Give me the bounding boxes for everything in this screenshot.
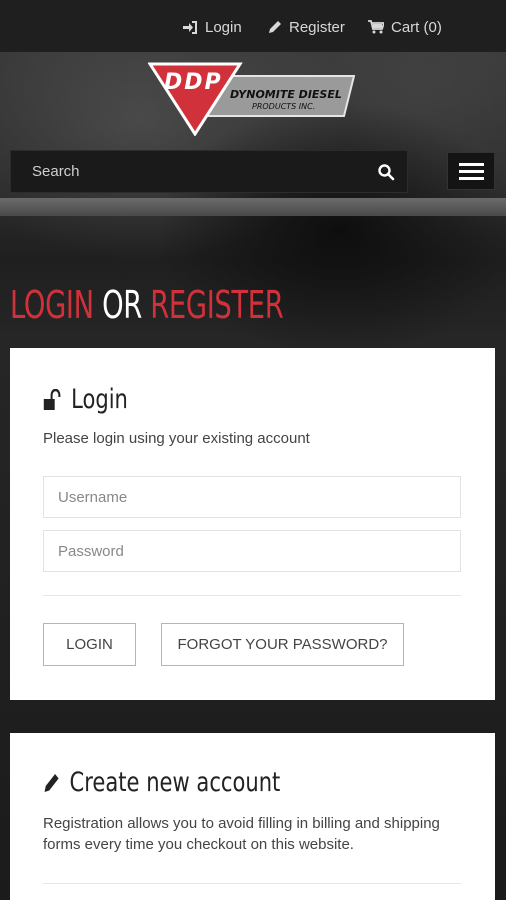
logo-line1: DYNOMITE DIESEL (230, 88, 342, 101)
register-card-title-text: Create new account (69, 767, 281, 798)
hamburger-line (459, 170, 484, 173)
cart-icon (368, 20, 384, 34)
logo-line2: PRODUCTS INC. (252, 102, 315, 111)
register-link[interactable]: Register (268, 16, 345, 38)
register-card: Create new account Registration allows y… (10, 733, 495, 900)
register-description: Registration allows you to avoid filling… (43, 815, 440, 853)
logo-graphic: DDP DYNOMITE DIESEL PRODUCTS INC. (147, 62, 356, 137)
page-title-or: OR (102, 283, 142, 327)
top-bar: Login Register Cart (0) (0, 0, 506, 52)
search-icon[interactable] (377, 163, 395, 181)
logo-letters: DDP (164, 70, 223, 95)
login-card: Login Please login using your existing a… (10, 348, 495, 700)
login-divider (43, 595, 461, 596)
forgot-password-button[interactable]: FORGOT YOUR PASSWORD? (161, 623, 404, 666)
login-card-title-text: Login (71, 384, 128, 415)
search-bar (10, 150, 408, 193)
page-title-login: LOGIN (10, 283, 94, 327)
page-title-register: REGISTER (150, 283, 284, 327)
login-button[interactable]: LOGIN (43, 623, 136, 666)
hamburger-menu-icon (459, 163, 484, 166)
register-card-title: Create new account (43, 767, 280, 798)
search-input[interactable] (11, 151, 361, 192)
unlock-icon (43, 388, 61, 410)
sign-in-icon (183, 20, 197, 34)
pencil-icon (269, 21, 281, 33)
username-field[interactable] (43, 476, 461, 518)
hamburger-line (459, 177, 484, 180)
login-card-title: Login (43, 384, 128, 415)
password-field[interactable] (43, 530, 461, 572)
register-divider (43, 883, 461, 884)
cart-link[interactable]: Cart (0) (368, 16, 442, 38)
register-link-label: Register (289, 18, 345, 36)
decorative-strip (0, 198, 506, 216)
login-link[interactable]: Login (183, 16, 242, 38)
menu-toggle-button[interactable] (447, 152, 495, 190)
page-title: LOGIN OR REGISTER (10, 283, 284, 327)
cart-link-label: Cart (0) (391, 18, 442, 36)
pencil-icon (44, 773, 59, 792)
login-link-label: Login (205, 18, 242, 36)
login-subtitle: Please login using your existing account (43, 430, 310, 447)
ddp-logo[interactable]: DDP DYNOMITE DIESEL PRODUCTS INC. (147, 62, 358, 137)
